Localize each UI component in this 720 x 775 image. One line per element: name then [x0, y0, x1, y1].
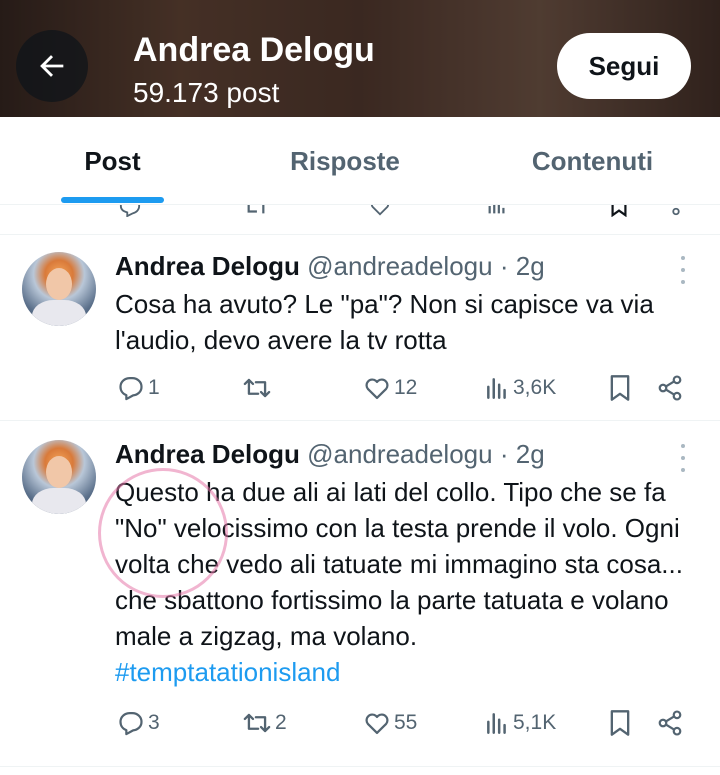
reply-button[interactable]: 1	[117, 371, 160, 405]
views-button[interactable]: 5,1K	[484, 706, 556, 740]
views-icon[interactable]	[485, 205, 509, 217]
like-count: 12	[394, 376, 418, 399]
reply-icon	[119, 376, 143, 401]
previous-tweet-actions	[0, 205, 720, 235]
views-count: 3,6K	[513, 376, 557, 399]
views-icon	[487, 713, 506, 734]
share-icon	[658, 710, 682, 736]
heart-icon	[365, 378, 389, 400]
author-handle[interactable]: @andreadelogu	[307, 439, 492, 469]
views-count: 5,1K	[513, 711, 557, 734]
tab-replies[interactable]: Risposte	[270, 117, 420, 205]
profile-name: Andrea Delogu	[133, 31, 375, 69]
profile-header: Andrea Delogu 59.173 post Segui	[0, 0, 720, 117]
reply-icon[interactable]	[118, 205, 142, 217]
post-count: 59.173 post	[133, 77, 280, 108]
repost-count: 2	[275, 711, 287, 734]
repost-icon[interactable]	[243, 205, 269, 217]
bookmark-icon	[610, 375, 630, 401]
more-icon[interactable]	[676, 444, 690, 472]
like-button[interactable]: 12	[363, 371, 417, 405]
avatar[interactable]	[22, 440, 96, 514]
repost-button[interactable]: 2	[242, 706, 287, 740]
views-button[interactable]: 3,6K	[484, 371, 556, 405]
arrow-left-icon	[40, 55, 64, 77]
reply-icon	[119, 711, 143, 736]
tweet-time[interactable]: 2g	[516, 439, 545, 469]
avatar[interactable]	[22, 252, 96, 326]
repost-icon	[243, 378, 271, 398]
tab-post[interactable]: Post	[61, 117, 164, 205]
tab-media[interactable]: Contenuti	[515, 117, 670, 205]
author-name[interactable]: Andrea Delogu	[115, 251, 300, 281]
author-name[interactable]: Andrea Delogu	[115, 439, 300, 469]
reply-button[interactable]: 3	[117, 706, 160, 740]
repost-button[interactable]	[242, 371, 275, 405]
share-icon[interactable]	[665, 205, 687, 217]
profile-tabs: Post Risposte Contenuti	[0, 117, 720, 205]
bookmark-button[interactable]	[608, 371, 632, 405]
tweet[interactable]: Andrea Delogu @andreadelogu · 2g Questo …	[0, 422, 720, 767]
tweet-text: Questo ha due ali ai lati del collo. Tip…	[115, 477, 683, 651]
share-icon	[658, 375, 682, 401]
views-icon	[487, 378, 506, 399]
tweet[interactable]: Andrea Delogu @andreadelogu · 2g Cosa ha…	[0, 236, 720, 421]
tweet-actions: 3 2 55 5,1K	[0, 706, 720, 740]
hashtag-link[interactable]: #temptatationisland	[115, 654, 705, 690]
active-tab-indicator	[61, 197, 164, 203]
more-icon[interactable]	[676, 256, 690, 284]
bookmark-icon[interactable]	[608, 205, 630, 217]
tweet-actions: 1 12 3,6K	[0, 371, 720, 405]
reply-count: 3	[148, 711, 160, 734]
like-button[interactable]: 55	[363, 706, 417, 740]
bookmark-icon	[610, 710, 630, 736]
tweet-text: Cosa ha avuto? Le "pa"? Non si capisce v…	[115, 289, 654, 355]
reply-count: 1	[148, 376, 160, 399]
share-button[interactable]	[656, 706, 684, 740]
share-button[interactable]	[656, 371, 684, 405]
heart-icon[interactable]	[368, 205, 392, 217]
back-button[interactable]	[16, 30, 88, 102]
heart-icon	[365, 713, 389, 735]
bookmark-button[interactable]	[608, 706, 632, 740]
author-handle[interactable]: @andreadelogu	[307, 251, 492, 281]
repost-icon	[243, 713, 271, 733]
like-count: 55	[394, 711, 418, 734]
tweet-time[interactable]: 2g	[516, 251, 545, 281]
follow-button[interactable]: Segui	[557, 33, 691, 99]
